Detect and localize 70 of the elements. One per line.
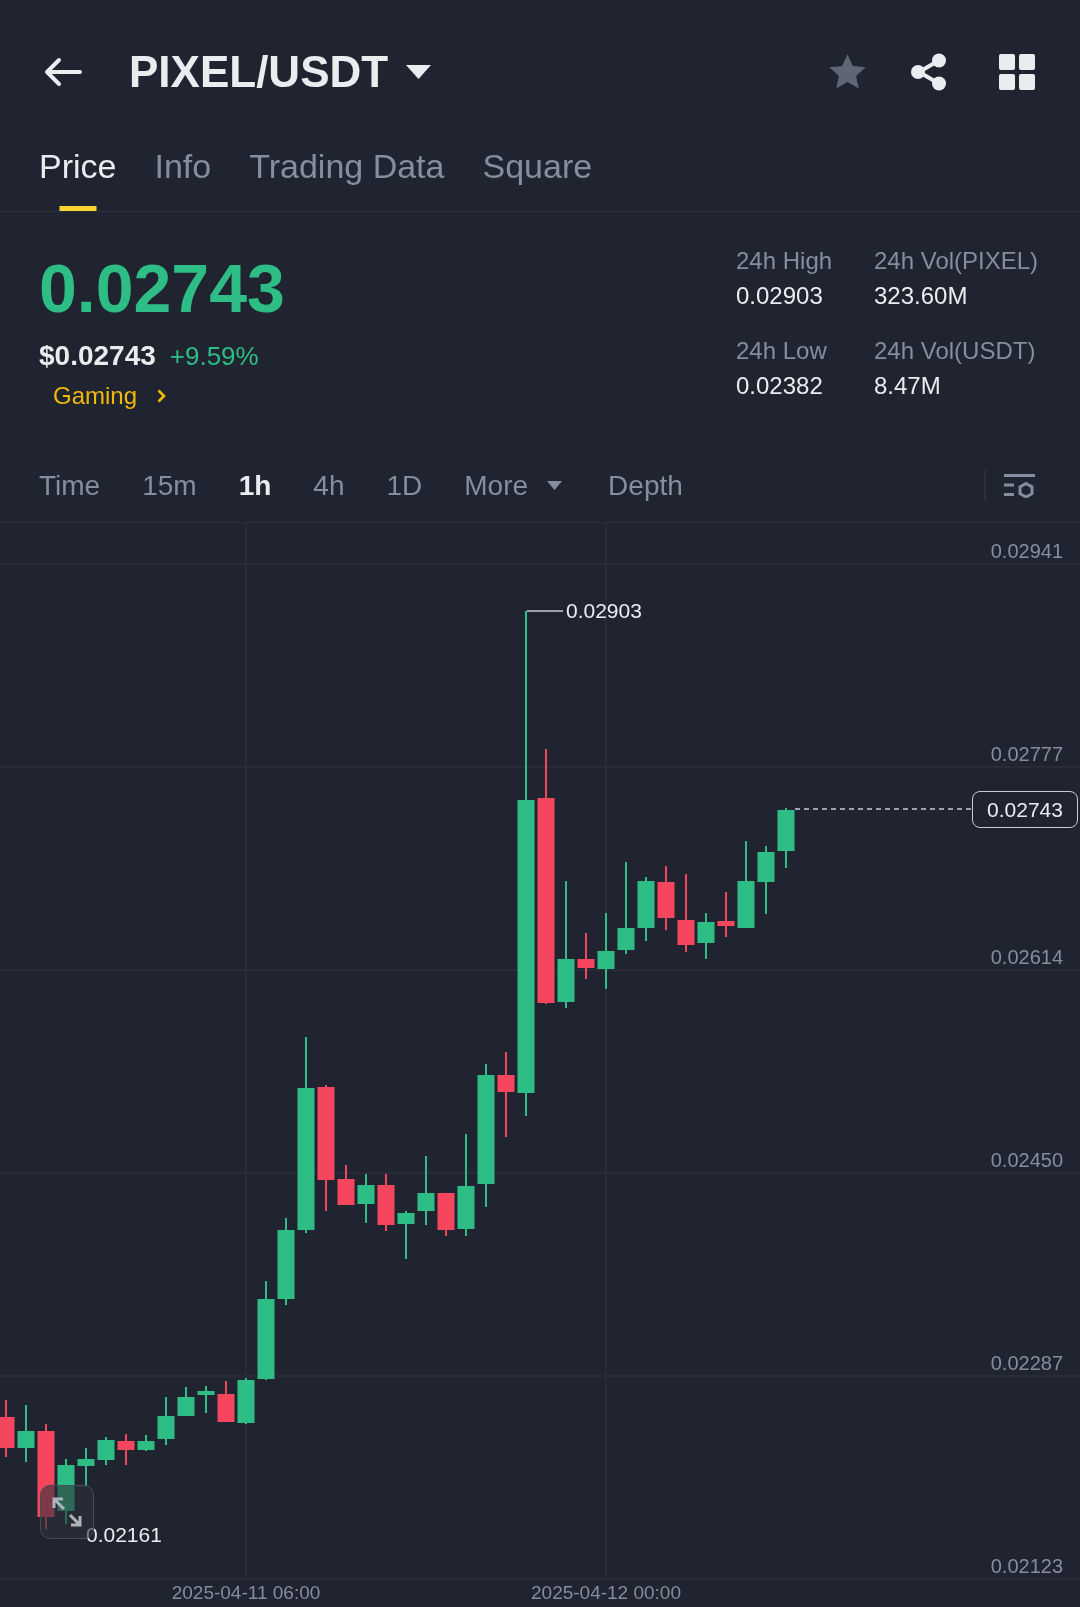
price-axis-label: 0.02450 xyxy=(990,1148,1063,1172)
stat-label: 24h Vol(PIXEL) xyxy=(874,246,1040,275)
stat-value: 8.47M xyxy=(874,371,942,400)
bearish-candle xyxy=(337,1164,355,1206)
back-arrow-icon[interactable] xyxy=(43,57,82,87)
bullish-candle xyxy=(357,1173,375,1224)
bearish-candle xyxy=(437,1192,455,1237)
bullish-candle xyxy=(397,1210,415,1260)
bullish-candle xyxy=(137,1434,155,1452)
interval-tab[interactable]: 1h xyxy=(238,468,272,503)
interval-tab[interactable]: 4h xyxy=(313,468,345,503)
stat-value: 323.60M xyxy=(874,281,969,310)
low-price-marker: 0.02161 xyxy=(86,1522,162,1548)
bullish-candle xyxy=(637,876,655,942)
bullish-candle xyxy=(57,1458,75,1525)
bullish-candle xyxy=(417,1155,435,1226)
bearish-candle xyxy=(217,1380,235,1423)
bullish-candle xyxy=(17,1404,35,1463)
stat-label: 24h High xyxy=(736,246,834,275)
high-price-marker: 0.02903 xyxy=(566,598,642,624)
high-price-leader xyxy=(526,610,564,612)
bearish-candle xyxy=(657,865,675,931)
tab[interactable]: Price xyxy=(39,144,117,211)
time-axis-label: 2025-04-12 00:00 xyxy=(531,1582,681,1604)
bullish-candle xyxy=(697,912,715,960)
time-axis-label: 2025-04-11 06:00 xyxy=(171,1582,321,1604)
price-axis-label: 0.02287 xyxy=(990,1351,1063,1375)
bearish-candle xyxy=(717,891,735,938)
bearish-candle xyxy=(577,932,595,980)
bullish-candle xyxy=(97,1436,115,1466)
bullish-candle xyxy=(177,1386,195,1417)
stat-value: 0.02903 xyxy=(736,281,824,310)
interval-dropdown[interactable]: More xyxy=(464,468,563,503)
caret-down-icon[interactable] xyxy=(406,65,432,79)
tab[interactable]: Trading Data xyxy=(249,144,445,211)
bearish-candle xyxy=(0,1399,15,1458)
last-price-tag: 0.02743 xyxy=(972,791,1078,828)
bullish-candle xyxy=(777,807,795,869)
price-change: +9.59% xyxy=(169,340,259,372)
category-link[interactable]: Gaming xyxy=(53,381,167,411)
interval-tab[interactable]: 15m xyxy=(142,468,197,503)
price-axis-label: 0.02123 xyxy=(990,1554,1063,1578)
stat-value: 0.02382 xyxy=(736,371,824,400)
caret-down-icon xyxy=(547,481,563,490)
bullish-candle xyxy=(157,1396,175,1446)
pair-title[interactable]: PIXEL/USDT xyxy=(129,46,389,98)
price-axis-label: 0.02614 xyxy=(990,945,1063,969)
grid-icon[interactable] xyxy=(999,54,1035,90)
bearish-candle xyxy=(117,1433,135,1466)
share-icon[interactable] xyxy=(910,53,947,91)
usd-price: $0.02743 xyxy=(39,340,156,372)
price-axis-label: 0.02777 xyxy=(990,742,1063,766)
interval-tab[interactable]: Depth xyxy=(608,468,683,503)
bullish-candle xyxy=(757,845,775,915)
interval-tab[interactable]: Time xyxy=(39,468,101,503)
chevron-right-icon xyxy=(157,389,167,403)
tab[interactable]: Info xyxy=(154,144,212,211)
expand-icon xyxy=(52,1497,82,1527)
tab[interactable]: Square xyxy=(482,144,593,211)
interval-tab[interactable]: 1D xyxy=(386,468,423,503)
bearish-candle xyxy=(377,1173,395,1232)
bullish-candle xyxy=(237,1377,255,1425)
stat-label: 24h Vol(USDT) xyxy=(874,336,1037,365)
star-icon[interactable] xyxy=(828,53,867,91)
bullish-candle xyxy=(77,1447,95,1487)
last-price: 0.02743 xyxy=(39,250,285,326)
stat-label: 24h Low xyxy=(736,336,828,365)
price-axis-label: 0.02941 xyxy=(990,539,1063,563)
bullish-candle xyxy=(197,1385,215,1414)
chart-settings-icon[interactable] xyxy=(1004,473,1035,498)
